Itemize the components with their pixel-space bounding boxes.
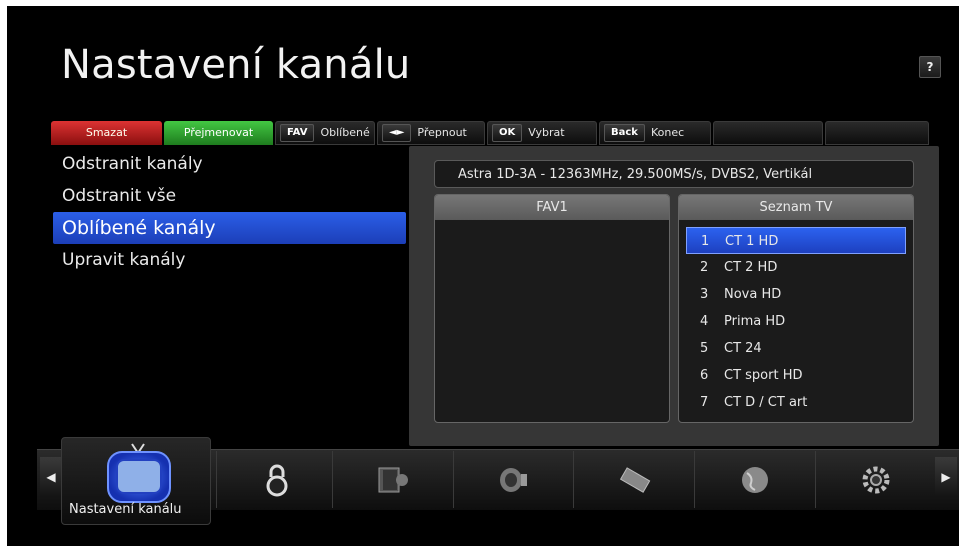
options-menu: Odstranit kanály Odstranit vše Oblíbené … (53, 148, 406, 276)
channel-name: CT 2 HD (724, 260, 778, 275)
channel-row[interactable]: 2 CT 2 HD (686, 254, 906, 281)
globe-icon (742, 466, 768, 493)
channel-name: CT D / CT art (724, 395, 808, 410)
channel-row[interactable]: 7 CT D / CT art (686, 389, 906, 416)
gear-icon (862, 466, 890, 493)
dock-item-lock[interactable] (216, 451, 337, 508)
channel-number: 2 (700, 260, 709, 275)
help-button[interactable]: ? (919, 56, 941, 78)
dock-item-conditional-access[interactable] (573, 451, 694, 508)
tv-screen: Nastavení kanálu ? Smazat Přejmenovat FA… (7, 6, 959, 546)
fav-button[interactable]: FAV Oblíbené (275, 121, 375, 145)
fav-list[interactable]: FAV1 (434, 194, 670, 423)
channel-number: 6 (700, 368, 709, 383)
channel-name: Nova HD (724, 287, 782, 302)
ok-button[interactable]: OK Vybrat (487, 121, 597, 145)
channel-panel: Astra 1D-3A - 12363MHz, 29.500MS/s, DVBS… (409, 146, 939, 446)
empty-toolbar-slot (713, 121, 823, 145)
satellite-info: Astra 1D-3A - 12363MHz, 29.500MS/s, DVBS… (434, 160, 914, 188)
channel-row[interactable]: 1 CT 1 HD (686, 227, 906, 254)
channel-name: CT 1 HD (725, 234, 779, 249)
satellite-dish-icon (500, 467, 527, 492)
ok-key: OK (492, 124, 523, 142)
channel-row[interactable]: 4 Prima HD (686, 308, 906, 335)
fav-list-header: FAV1 (435, 195, 669, 220)
channel-name: CT sport HD (724, 368, 803, 383)
rename-label: Přejmenovat (183, 126, 254, 139)
page-title: Nastavení kanálu (61, 42, 411, 88)
dock-right-arrow-icon[interactable]: ▶ (935, 457, 957, 497)
menu-item-remove-all[interactable]: Odstranit vše (53, 180, 406, 212)
back-label: Konec (650, 126, 685, 139)
fav-key: FAV (280, 124, 315, 142)
delete-label: Smazat (85, 126, 128, 139)
left-right-arrows-icon: ◄► (382, 124, 412, 142)
fav-label: Oblíbené (320, 126, 370, 139)
function-key-bar: Smazat Přejmenovat FAV Oblíbené ◄► Přepn… (51, 121, 947, 145)
rename-button[interactable]: Přejmenovat (164, 121, 273, 145)
back-button[interactable]: Back Konec (599, 121, 711, 145)
ok-label: Vybrat (528, 126, 565, 139)
back-key: Back (604, 124, 645, 142)
lock-icon (266, 464, 288, 496)
channel-number: 5 (700, 341, 709, 356)
channel-number: 7 (700, 395, 709, 410)
channel-number: 4 (700, 314, 709, 329)
channel-number: 3 (700, 287, 709, 302)
dock-left-arrow-icon[interactable]: ◀ (40, 457, 62, 497)
channel-row[interactable]: 3 Nova HD (686, 281, 906, 308)
tv-list[interactable]: Seznam TV 1 CT 1 HD 2 CT 2 HD 3 Nova HD 4 Pr… (678, 194, 914, 423)
menu-item-favourite-channels[interactable]: Oblíbené kanály (53, 212, 406, 244)
book-icon (378, 467, 408, 492)
switch-button[interactable]: ◄► Přepnout (377, 121, 485, 145)
channel-name: Prima HD (724, 314, 786, 329)
menu-item-remove-channels[interactable]: Odstranit kanály (53, 148, 406, 180)
dock-selected-label: Nastavení kanálu (69, 502, 182, 517)
delete-button[interactable]: Smazat (51, 121, 162, 145)
dock-item-installation[interactable] (453, 451, 574, 508)
empty-toolbar-slot (825, 121, 929, 145)
channel-name: CT 24 (724, 341, 762, 356)
channel-row[interactable]: 6 CT sport HD (686, 362, 906, 389)
dock-item-network[interactable] (694, 451, 815, 508)
channel-row[interactable]: 5 CT 24 (686, 335, 906, 362)
tv-list-header: Seznam TV (679, 195, 913, 220)
card-icon (619, 466, 651, 493)
menu-item-edit-channels[interactable]: Upravit kanály (53, 244, 406, 276)
dock-item-media[interactable] (332, 451, 453, 508)
channel-number: 1 (701, 234, 710, 249)
dock-item-system-settings[interactable] (815, 451, 936, 508)
switch-label: Přepnout (417, 126, 467, 139)
